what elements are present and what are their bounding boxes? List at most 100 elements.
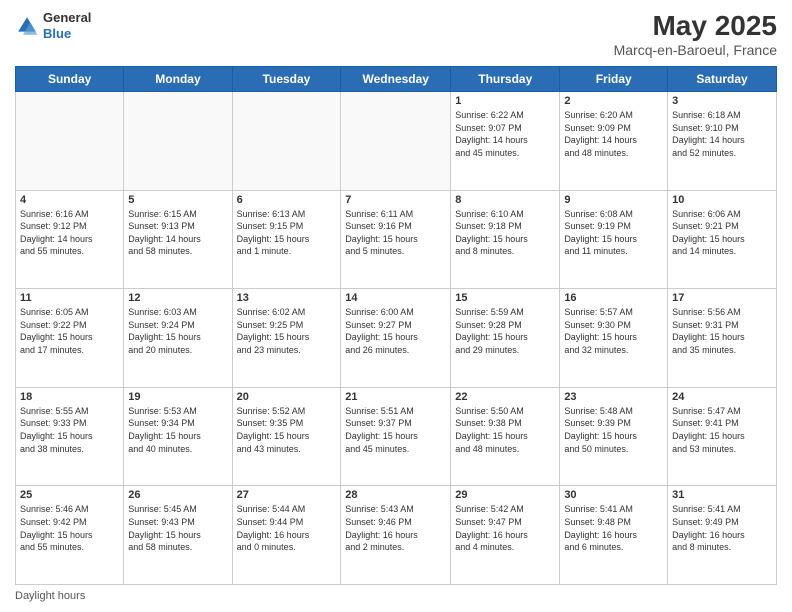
day-info: Sunrise: 5:41 AM Sunset: 9:49 PM Dayligh… — [672, 503, 772, 553]
calendar-cell: 30Sunrise: 5:41 AM Sunset: 9:48 PM Dayli… — [560, 486, 668, 585]
day-info: Sunrise: 5:48 AM Sunset: 9:39 PM Dayligh… — [564, 405, 663, 455]
day-number: 22 — [455, 391, 555, 403]
day-info: Sunrise: 5:47 AM Sunset: 9:41 PM Dayligh… — [672, 405, 772, 455]
calendar-cell: 20 Sunrise: 5:52 AM Sunset: 9:35 PM Dayli… — [232, 387, 341, 486]
calendar-cell: 17 Sunrise: 5:56 AM Sunset: 9:31 PM Dayli… — [668, 289, 777, 388]
day-number: 16 — [564, 292, 663, 304]
col-header-saturday: Saturday — [668, 67, 777, 92]
day-info: Sunrise: 5:46 AM Sunset: 9:42 PM Dayligh… — [20, 503, 119, 553]
calendar-cell: 8 Sunrise: 6:10 AM Sunset: 9:18 PM Daylig… — [451, 190, 560, 289]
logo: General Blue — [15, 10, 91, 41]
day-info: Sunrise: 6:13 AM Sunset: 9:15 PM Dayligh… — [237, 208, 337, 258]
calendar-title: May 2025 — [614, 10, 777, 42]
calendar-cell: 28 Sunrise: 5:43 AM Sunset: 9:46 PM Dayli… — [341, 486, 451, 585]
day-number: 8 — [455, 194, 555, 206]
day-info: Sunrise: 6:16 AM Sunset: 9:12 PM Dayligh… — [20, 208, 119, 258]
calendar-cell — [124, 92, 232, 191]
day-info: Sunrise: 5:50 AM Sunset: 9:38 PM Dayligh… — [455, 405, 555, 455]
week-row-3: 18Sunrise: 5:55 AM Sunset: 9:33 PM Dayli… — [16, 387, 777, 486]
day-info: Sunrise: 5:42 AM Sunset: 9:47 PM Dayligh… — [455, 503, 555, 553]
day-number: 27 — [237, 489, 337, 501]
col-header-thursday: Thursday — [451, 67, 560, 92]
calendar-cell: 14 Sunrise: 6:00 AM Sunset: 9:27 PM Dayli… — [341, 289, 451, 388]
day-number: 21 — [345, 391, 446, 403]
calendar-cell — [16, 92, 124, 191]
day-info: Sunrise: 5:45 AM Sunset: 9:43 PM Dayligh… — [128, 503, 227, 553]
day-info: Sunrise: 6:00 AM Sunset: 9:27 PM Dayligh… — [345, 306, 446, 356]
day-info: Sunrise: 6:11 AM Sunset: 9:16 PM Dayligh… — [345, 208, 446, 258]
day-number: 4 — [20, 194, 119, 206]
day-info: Sunrise: 6:10 AM Sunset: 9:18 PM Dayligh… — [455, 208, 555, 258]
col-header-sunday: Sunday — [16, 67, 124, 92]
title-block: May 2025 Marcq-en-Baroeul, France — [614, 10, 777, 58]
day-number: 31 — [672, 489, 772, 501]
calendar-cell: 13Sunrise: 6:02 AM Sunset: 9:25 PM Dayli… — [232, 289, 341, 388]
day-number: 29 — [455, 489, 555, 501]
calendar-cell: 16 Sunrise: 5:57 AM Sunset: 9:30 PM Dayli… — [560, 289, 668, 388]
calendar-cell: 11Sunrise: 6:05 AM Sunset: 9:22 PM Dayli… — [16, 289, 124, 388]
calendar-cell: 21 Sunrise: 5:51 AM Sunset: 9:37 PM Dayli… — [341, 387, 451, 486]
calendar-cell: 12 Sunrise: 6:03 AM Sunset: 9:24 PM Dayli… — [124, 289, 232, 388]
header: General Blue May 2025 Marcq-en-Baroeul, … — [15, 10, 777, 58]
calendar-cell: 10 Sunrise: 6:06 AM Sunset: 9:21 PM Dayli… — [668, 190, 777, 289]
calendar-cell: 26 Sunrise: 5:45 AM Sunset: 9:43 PM Dayli… — [124, 486, 232, 585]
week-row-0: 1 Sunrise: 6:22 AM Sunset: 9:07 PM Daylig… — [16, 92, 777, 191]
day-number: 24 — [672, 391, 772, 403]
day-info: Sunrise: 6:22 AM Sunset: 9:07 PM Dayligh… — [455, 109, 555, 159]
calendar-cell: 5Sunrise: 6:15 AM Sunset: 9:13 PM Daylig… — [124, 190, 232, 289]
day-number: 10 — [672, 194, 772, 206]
day-number: 14 — [345, 292, 446, 304]
calendar-cell: 4 Sunrise: 6:16 AM Sunset: 9:12 PM Daylig… — [16, 190, 124, 289]
day-number: 9 — [564, 194, 663, 206]
week-row-2: 11Sunrise: 6:05 AM Sunset: 9:22 PM Dayli… — [16, 289, 777, 388]
logo-blue: Blue — [43, 26, 91, 42]
day-info: Sunrise: 6:08 AM Sunset: 9:19 PM Dayligh… — [564, 208, 663, 258]
calendar-cell: 9 Sunrise: 6:08 AM Sunset: 9:19 PM Daylig… — [560, 190, 668, 289]
day-number: 11 — [20, 292, 119, 304]
calendar-cell: 2Sunrise: 6:20 AM Sunset: 9:09 PM Daylig… — [560, 92, 668, 191]
day-info: Sunrise: 5:43 AM Sunset: 9:46 PM Dayligh… — [345, 503, 446, 553]
day-number: 20 — [237, 391, 337, 403]
day-number: 28 — [345, 489, 446, 501]
day-info: Sunrise: 6:02 AM Sunset: 9:25 PM Dayligh… — [237, 306, 337, 356]
calendar-cell: 19Sunrise: 5:53 AM Sunset: 9:34 PM Dayli… — [124, 387, 232, 486]
day-number: 15 — [455, 292, 555, 304]
calendar-cell: 18Sunrise: 5:55 AM Sunset: 9:33 PM Dayli… — [16, 387, 124, 486]
calendar-cell: 22 Sunrise: 5:50 AM Sunset: 9:38 PM Dayli… — [451, 387, 560, 486]
calendar-cell: 7Sunrise: 6:11 AM Sunset: 9:16 PM Daylig… — [341, 190, 451, 289]
day-number: 5 — [128, 194, 227, 206]
day-info: Sunrise: 6:03 AM Sunset: 9:24 PM Dayligh… — [128, 306, 227, 356]
day-number: 2 — [564, 95, 663, 107]
calendar-cell: 29 Sunrise: 5:42 AM Sunset: 9:47 PM Dayli… — [451, 486, 560, 585]
week-row-4: 25 Sunrise: 5:46 AM Sunset: 9:42 PM Dayli… — [16, 486, 777, 585]
day-info: Sunrise: 5:51 AM Sunset: 9:37 PM Dayligh… — [345, 405, 446, 455]
day-number: 30 — [564, 489, 663, 501]
day-info: Sunrise: 5:57 AM Sunset: 9:30 PM Dayligh… — [564, 306, 663, 356]
col-header-wednesday: Wednesday — [341, 67, 451, 92]
day-number: 3 — [672, 95, 772, 107]
day-info: Sunrise: 6:06 AM Sunset: 9:21 PM Dayligh… — [672, 208, 772, 258]
day-number: 17 — [672, 292, 772, 304]
day-number: 26 — [128, 489, 227, 501]
day-info: Sunrise: 6:18 AM Sunset: 9:10 PM Dayligh… — [672, 109, 772, 159]
logo-general: General — [43, 10, 91, 26]
logo-icon — [15, 14, 39, 38]
footer-label: Daylight hours — [15, 590, 85, 602]
day-info: Sunrise: 5:52 AM Sunset: 9:35 PM Dayligh… — [237, 405, 337, 455]
calendar-cell: 25 Sunrise: 5:46 AM Sunset: 9:42 PM Dayli… — [16, 486, 124, 585]
calendar-cell: 31 Sunrise: 5:41 AM Sunset: 9:49 PM Dayli… — [668, 486, 777, 585]
day-info: Sunrise: 5:59 AM Sunset: 9:28 PM Dayligh… — [455, 306, 555, 356]
calendar-subtitle: Marcq-en-Baroeul, France — [614, 42, 777, 58]
day-number: 1 — [455, 95, 555, 107]
footer: Daylight hours — [15, 590, 777, 602]
day-info: Sunrise: 5:56 AM Sunset: 9:31 PM Dayligh… — [672, 306, 772, 356]
day-number: 25 — [20, 489, 119, 501]
calendar-cell: 24 Sunrise: 5:47 AM Sunset: 9:41 PM Dayli… — [668, 387, 777, 486]
calendar-cell: 23Sunrise: 5:48 AM Sunset: 9:39 PM Dayli… — [560, 387, 668, 486]
calendar-cell — [232, 92, 341, 191]
day-number: 12 — [128, 292, 227, 304]
calendar-cell: 6Sunrise: 6:13 AM Sunset: 9:15 PM Daylig… — [232, 190, 341, 289]
col-header-friday: Friday — [560, 67, 668, 92]
week-row-1: 4 Sunrise: 6:16 AM Sunset: 9:12 PM Daylig… — [16, 190, 777, 289]
col-header-monday: Monday — [124, 67, 232, 92]
